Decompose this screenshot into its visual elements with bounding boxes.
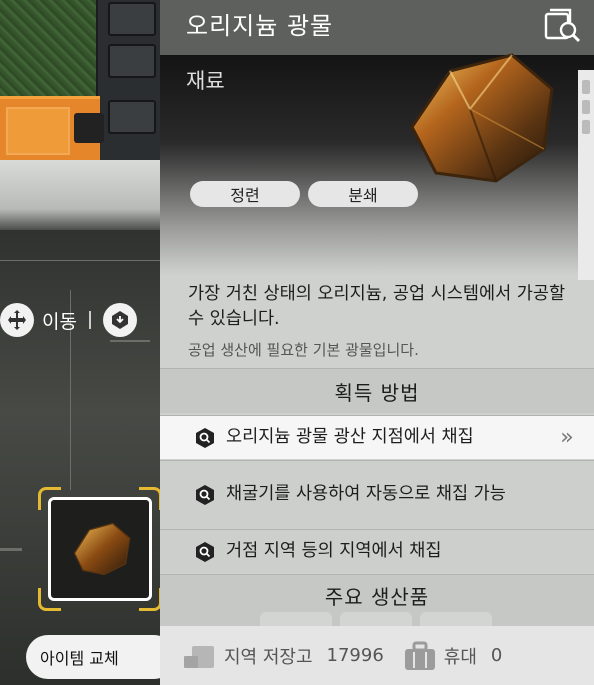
move-label: 이동 bbox=[42, 310, 77, 333]
scene-floor bbox=[0, 230, 160, 685]
inventory-footer: 지역 저장고 17996 휴대 0 bbox=[160, 626, 594, 685]
item-title: 오리지늄 광물 bbox=[186, 12, 334, 40]
side-tab-strip bbox=[578, 70, 594, 280]
backpack-icon bbox=[404, 641, 435, 670]
swap-item-label: 아이템 교체 bbox=[40, 649, 119, 668]
conveyor-belt bbox=[0, 96, 104, 164]
game-scene: 이동 아이템 교체 bbox=[0, 0, 160, 685]
machine-column bbox=[96, 0, 160, 160]
machine-slot bbox=[108, 2, 156, 36]
acquire-method-label: 거점 지역 등의 지역에서 채집 bbox=[226, 541, 442, 561]
item-category: 재료 bbox=[186, 69, 225, 93]
tag-crush[interactable]: 분쇄 bbox=[308, 181, 418, 207]
magnifier-icon bbox=[196, 427, 214, 448]
scene-backdrop bbox=[0, 160, 160, 230]
products-heading: 주요 생산품 bbox=[160, 574, 594, 615]
acquire-method-label: 오리지늄 광물 광산 지점에서 채집 bbox=[226, 427, 474, 447]
move-icon bbox=[0, 303, 34, 337]
acquire-method-item[interactable]: 채굴기를 사용하여 자동으로 채집 가능 bbox=[160, 460, 594, 528]
item-slot[interactable] bbox=[48, 497, 152, 601]
storage-box-icon bbox=[184, 645, 214, 668]
item-subtext: 공업 생산에 필요한 기본 광물입니다. bbox=[188, 341, 419, 359]
item-description: 가장 거친 상태의 오리지늄, 공업 시스템에서 가공할 수 있습니다. bbox=[188, 284, 566, 329]
machine-slot bbox=[108, 44, 156, 78]
acquire-method-item[interactable]: 거점 지역 등의 지역에서 채집 bbox=[160, 529, 594, 573]
carry-value: 0 bbox=[490, 645, 503, 666]
carry-label: 휴대 bbox=[443, 646, 477, 668]
acquire-method-label: 채굴기를 사용하여 자동으로 채집 가능 bbox=[226, 484, 506, 504]
machine-slot bbox=[108, 100, 156, 134]
region-storage-value: 17996 bbox=[326, 645, 384, 666]
panel-header: 오리지늄 광물 bbox=[160, 0, 594, 55]
item-tags: 정련 분쇄 bbox=[190, 181, 418, 207]
ore-image bbox=[410, 53, 554, 183]
item-detail-panel: 오리지늄 광물 재료 정련 분쇄 가장 거친 상태의 오리지늄, 공업 시스템에… bbox=[160, 0, 594, 685]
products-strip bbox=[160, 612, 594, 626]
magnifier-icon bbox=[196, 541, 214, 562]
double-chevron-icon: » bbox=[560, 425, 574, 450]
acquire-heading: 획득 방법 bbox=[160, 368, 594, 413]
selected-item-frame[interactable] bbox=[38, 487, 160, 611]
acquire-method-item[interactable]: 오리지늄 광물 광산 지점에서 채집 » bbox=[160, 415, 594, 459]
region-storage-label: 지역 저장고 bbox=[224, 646, 313, 668]
ore-icon bbox=[73, 522, 131, 576]
swap-item-button[interactable]: 아이템 교체 bbox=[26, 635, 160, 679]
item-hero: 재료 정련 분쇄 bbox=[160, 53, 594, 275]
interact-icon[interactable] bbox=[102, 303, 137, 337]
magnifier-icon bbox=[196, 484, 214, 505]
search-book-icon[interactable] bbox=[542, 4, 582, 44]
move-hint: 이동 bbox=[0, 302, 137, 338]
tag-refine[interactable]: 정련 bbox=[190, 181, 300, 207]
